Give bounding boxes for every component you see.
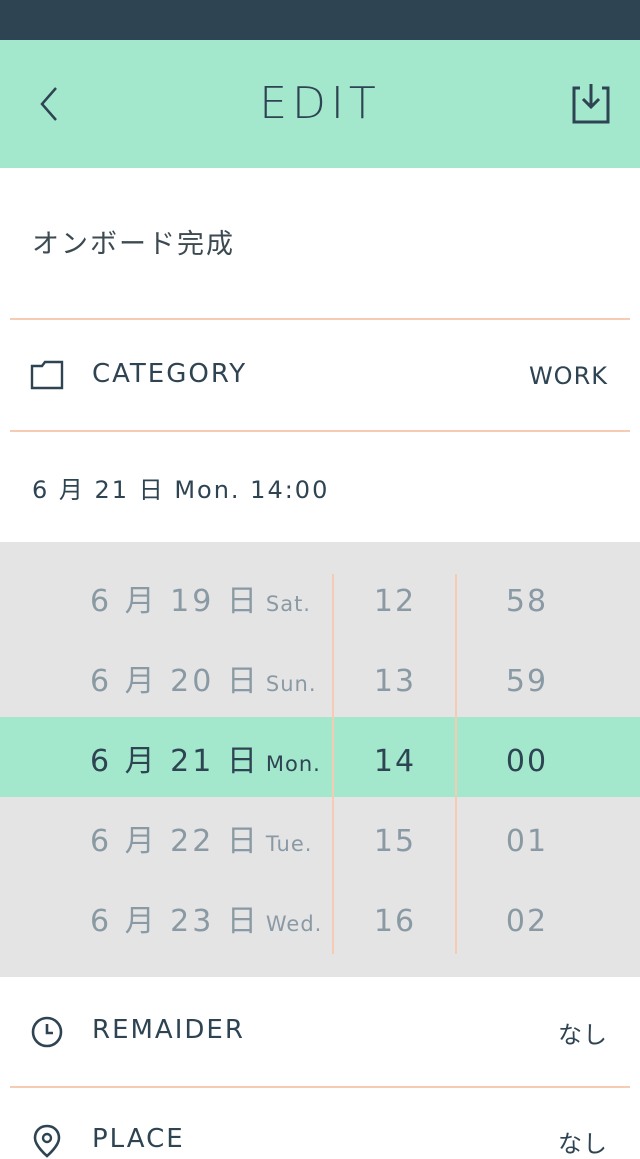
picker-hour: 12: [373, 584, 417, 619]
picker-hour: 15: [373, 824, 417, 859]
location-pin-icon: [33, 1124, 61, 1158]
reminder-value: なし: [558, 1021, 608, 1049]
divider: [10, 318, 630, 320]
picker-weekday: Sun.: [265, 672, 317, 696]
picker-weekday: Sat.: [265, 592, 311, 616]
picker-row[interactable]: 6 月 19 日 Sat. 12 58: [0, 562, 640, 642]
save-button[interactable]: [566, 80, 614, 128]
picker-minute: 58: [505, 584, 549, 619]
picker-minute: 01: [505, 824, 549, 859]
divider: [10, 1086, 630, 1088]
category-label: CATEGORY: [92, 359, 248, 389]
clock-icon: [31, 1016, 63, 1048]
folder-icon: [30, 360, 64, 390]
picker-row-selected[interactable]: 6 月 21 日 Mon. 14 00: [0, 722, 640, 802]
save-download-icon: [572, 84, 610, 124]
picker-date: 6 月 20 日 Sun.: [90, 664, 317, 699]
status-bar: [0, 0, 640, 40]
picker-minute: 02: [505, 904, 549, 939]
picker-minute: 59: [505, 664, 549, 699]
picker-row[interactable]: 6 月 23 日 Wed. 16 02: [0, 882, 640, 962]
picker-column-divider: [455, 574, 457, 954]
picker-column-divider: [332, 574, 334, 954]
picker-hour: 16: [373, 904, 417, 939]
picker-hour: 13: [373, 664, 417, 699]
category-value: WORK: [528, 362, 608, 390]
datetime-summary[interactable]: 6 月 21 日 Mon. 14:00: [32, 470, 329, 505]
place-label: PLACE: [92, 1124, 185, 1154]
picker-weekday: Wed.: [265, 912, 323, 936]
picker-row[interactable]: 6 月 22 日 Tue. 15 01: [0, 802, 640, 882]
picker-date: 6 月 19 日 Sat.: [90, 584, 311, 619]
picker-date: 6 月 22 日 Tue.: [90, 824, 313, 859]
picker-weekday: Mon.: [265, 752, 321, 776]
picker-date: 6 月 23 日 Wed.: [90, 904, 323, 939]
picker-row[interactable]: 6 月 20 日 Sun. 13 59: [0, 642, 640, 722]
page-title: EDIT: [259, 78, 381, 129]
place-value: なし: [558, 1130, 608, 1158]
picker-minute: 00: [505, 744, 549, 779]
picker-hour: 14: [373, 744, 417, 779]
nav-bar: EDIT: [0, 40, 640, 168]
datetime-picker[interactable]: 6 月 19 日 Sat. 12 58 6 月 20 日 Sun. 13 59 6 …: [0, 542, 640, 977]
reminder-label: REMAIDER: [92, 1015, 245, 1045]
picker-weekday: Tue.: [265, 832, 313, 856]
divider: [10, 430, 630, 432]
task-title[interactable]: オンボード完成: [32, 222, 235, 261]
picker-date: 6 月 21 日 Mon.: [90, 744, 321, 779]
